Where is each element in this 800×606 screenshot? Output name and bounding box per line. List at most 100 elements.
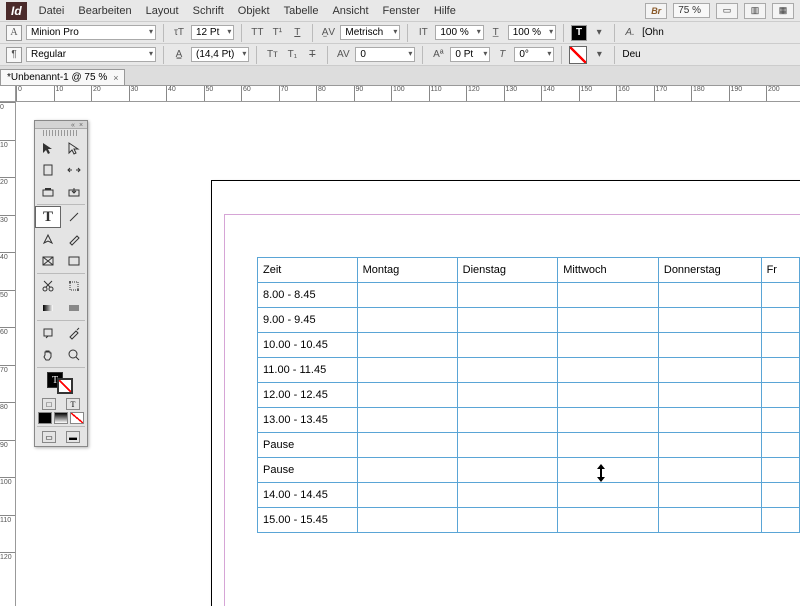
table-cell[interactable] xyxy=(457,483,558,508)
content-placer-tool[interactable] xyxy=(61,181,87,203)
table-cell[interactable] xyxy=(558,458,659,483)
baseline-field[interactable]: 0 Pt xyxy=(450,47,490,62)
table-cell[interactable] xyxy=(457,508,558,533)
table-cell[interactable] xyxy=(558,433,659,458)
apply-none-icon[interactable] xyxy=(70,412,84,424)
type-tool[interactable]: T xyxy=(35,206,61,228)
menu-fenster[interactable]: Fenster xyxy=(383,5,420,17)
tools-grip[interactable] xyxy=(43,130,79,136)
table-cell[interactable] xyxy=(658,308,761,333)
table-cell[interactable] xyxy=(457,433,558,458)
header-freitag[interactable]: Fr xyxy=(761,258,799,283)
table-cell[interactable] xyxy=(457,308,558,333)
close-tab-icon[interactable]: × xyxy=(113,73,118,83)
table-cell[interactable]: Pause xyxy=(258,433,358,458)
view-preview-icon[interactable]: ▬ xyxy=(66,431,80,443)
document-canvas[interactable]: Zeit Montag Dienstag Mittwoch Donnerstag… xyxy=(16,102,800,606)
gradient-feather-tool[interactable] xyxy=(61,297,87,319)
font-family-dropdown[interactable]: Minion Pro xyxy=(26,25,156,40)
rectangle-tool[interactable] xyxy=(61,250,87,272)
direct-selection-tool[interactable] xyxy=(61,137,87,159)
view-normal-icon[interactable]: ▭ xyxy=(42,431,56,443)
format-text-icon[interactable]: T xyxy=(66,398,80,410)
table-cell[interactable]: 10.00 - 10.45 xyxy=(258,333,358,358)
line-tool[interactable] xyxy=(61,206,87,228)
table-cell[interactable] xyxy=(357,308,457,333)
underline-icon[interactable]: T xyxy=(289,25,305,41)
table-cell[interactable] xyxy=(558,408,659,433)
vertical-ruler[interactable]: 0102030405060708090100110120 xyxy=(0,102,16,606)
hand-tool[interactable] xyxy=(35,344,61,366)
table-cell[interactable] xyxy=(761,333,799,358)
scissors-tool[interactable] xyxy=(35,275,61,297)
content-collector-tool[interactable] xyxy=(35,181,61,203)
table-cell[interactable] xyxy=(658,358,761,383)
menu-hilfe[interactable]: Hilfe xyxy=(434,5,456,17)
table-cell[interactable] xyxy=(457,358,558,383)
rectangle-frame-tool[interactable] xyxy=(35,250,61,272)
character-mode-icon[interactable]: A xyxy=(6,25,22,41)
table-cell[interactable] xyxy=(761,483,799,508)
pencil-tool[interactable] xyxy=(61,228,87,250)
table-cell[interactable] xyxy=(457,333,558,358)
table-cell[interactable]: 15.00 - 15.45 xyxy=(258,508,358,533)
table-cell[interactable] xyxy=(658,333,761,358)
table-cell[interactable]: Pause xyxy=(258,458,358,483)
table-cell[interactable] xyxy=(558,283,659,308)
table-cell[interactable]: 14.00 - 14.45 xyxy=(258,483,358,508)
document-tab[interactable]: *Unbenannt-1 @ 75 % × xyxy=(0,69,125,85)
tools-titlebar[interactable]: « × xyxy=(35,121,87,129)
format-container-icon[interactable]: □ xyxy=(42,398,56,410)
table-cell[interactable] xyxy=(357,383,457,408)
collapse-icon[interactable]: « xyxy=(71,122,77,128)
menu-ansicht[interactable]: Ansicht xyxy=(332,5,368,17)
table-cell[interactable] xyxy=(357,283,457,308)
stroke-color-none-icon[interactable] xyxy=(569,46,587,64)
kerning-dropdown[interactable]: Metrisch xyxy=(340,25,400,40)
table-cell[interactable] xyxy=(761,508,799,533)
vscale-dropdown[interactable]: 100 % xyxy=(435,25,483,40)
bridge-button[interactable]: Br xyxy=(645,3,667,19)
table-cell[interactable] xyxy=(658,383,761,408)
table-cell[interactable] xyxy=(457,383,558,408)
table-cell[interactable] xyxy=(658,483,761,508)
note-tool[interactable] xyxy=(35,322,61,344)
eyedropper-tool[interactable] xyxy=(61,322,87,344)
subscript-icon[interactable]: T₁ xyxy=(284,47,300,63)
selection-tool[interactable] xyxy=(35,137,61,159)
table-cell[interactable] xyxy=(761,433,799,458)
font-size-dropdown[interactable]: 12 Pt xyxy=(191,25,234,40)
allcaps-icon[interactable]: TT xyxy=(249,25,265,41)
table-cell[interactable] xyxy=(558,333,659,358)
font-style-dropdown[interactable]: Regular xyxy=(26,47,156,62)
table-cell[interactable] xyxy=(658,433,761,458)
gradient-swatch-tool[interactable] xyxy=(35,297,61,319)
paragraph-mode-icon[interactable]: ¶ xyxy=(6,47,22,63)
zoom-dropdown[interactable]: 75 % xyxy=(673,3,710,18)
table-cell[interactable] xyxy=(457,283,558,308)
menu-tabelle[interactable]: Tabelle xyxy=(284,5,319,17)
table-cell[interactable] xyxy=(457,458,558,483)
page-tool[interactable] xyxy=(35,159,61,181)
table-cell[interactable]: 11.00 - 11.45 xyxy=(258,358,358,383)
table-cell[interactable] xyxy=(761,358,799,383)
strikethrough-icon[interactable]: T xyxy=(304,47,320,63)
table-cell[interactable] xyxy=(558,308,659,333)
table-cell[interactable] xyxy=(761,458,799,483)
table-cell[interactable] xyxy=(658,408,761,433)
table-cell[interactable] xyxy=(357,333,457,358)
table-cell[interactable] xyxy=(658,508,761,533)
hscale-dropdown[interactable]: 100 % xyxy=(508,25,556,40)
menu-schrift[interactable]: Schrift xyxy=(193,5,224,17)
table-cell[interactable] xyxy=(357,433,457,458)
zoom-tool[interactable] xyxy=(61,344,87,366)
ruler-origin[interactable] xyxy=(0,86,16,102)
table-cell[interactable] xyxy=(761,408,799,433)
table-cell[interactable] xyxy=(357,458,457,483)
header-mittwoch[interactable]: Mittwoch xyxy=(558,258,659,283)
leading-dropdown[interactable]: (14,4 Pt) xyxy=(191,47,249,62)
stroke-arrow-icon[interactable]: ▾ xyxy=(591,47,607,63)
table-cell[interactable] xyxy=(761,383,799,408)
header-montag[interactable]: Montag xyxy=(357,258,457,283)
superscript-icon[interactable]: T¹ xyxy=(269,25,285,41)
